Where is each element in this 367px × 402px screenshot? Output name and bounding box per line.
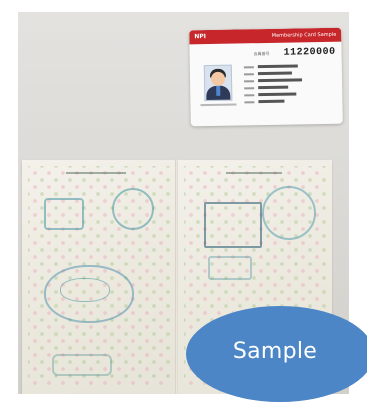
visa-stamp bbox=[112, 188, 154, 230]
card-detail-lines bbox=[243, 64, 335, 108]
visa-stamp bbox=[208, 256, 252, 280]
passport-left-page bbox=[22, 160, 176, 394]
card-number-label: 会員番号 bbox=[253, 50, 270, 57]
visa-stamp bbox=[52, 354, 112, 376]
id-card: NPI Membership Card Sample 会員番号 11220000 bbox=[189, 27, 343, 127]
visa-stamp bbox=[204, 202, 262, 248]
card-brand: NPI bbox=[194, 33, 207, 41]
person-portrait-icon bbox=[203, 64, 233, 102]
card-header-note: Membership Card Sample bbox=[271, 31, 337, 39]
visa-stamp bbox=[262, 186, 316, 240]
card-header: NPI Membership Card Sample bbox=[189, 27, 342, 45]
visa-stamp bbox=[44, 198, 84, 230]
visa-stamp bbox=[60, 278, 110, 302]
sample-label: Sample bbox=[232, 338, 318, 364]
card-number: 11220000 bbox=[283, 46, 336, 59]
portrait-caption bbox=[200, 103, 237, 107]
sample-badge: Sample bbox=[186, 306, 367, 402]
